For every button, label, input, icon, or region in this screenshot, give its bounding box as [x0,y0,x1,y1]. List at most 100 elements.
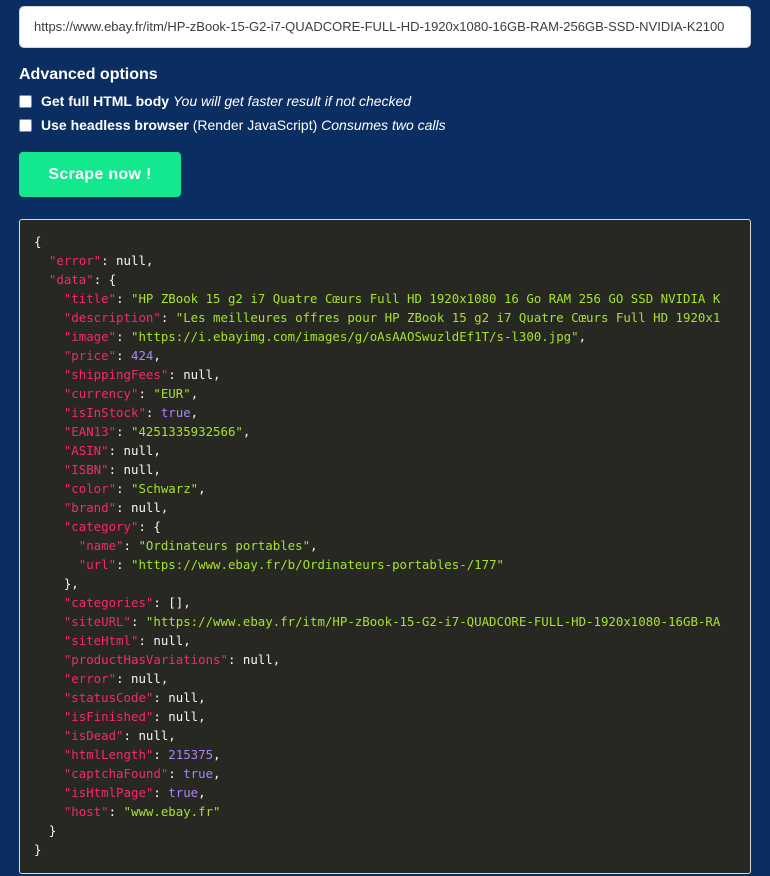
json-key: "category" [63,519,139,534]
json-punct [34,671,64,686]
json-punct [34,728,64,743]
json-punct [34,367,64,382]
json-punct [34,500,64,515]
json-key: "isHtmlPage" [63,785,154,800]
json-punct [34,652,64,667]
json-line: "isHtmlPage": true, [34,783,750,802]
json-punct [34,348,64,363]
json-punct [34,462,64,477]
json-punct: : [153,747,169,762]
json-value: true [160,405,191,420]
json-punct [34,253,49,268]
json-key: "ASIN" [63,443,109,458]
json-punct: : [116,481,131,496]
json-punct [34,443,64,458]
json-key: "isDead" [63,728,124,743]
json-punct: } [34,842,42,857]
json-key: "description" [63,310,161,325]
json-line: "error": null, [34,669,750,688]
json-punct: { [34,234,42,249]
json-punct: , [310,538,318,553]
json-string: "www.ebay.fr" [123,804,221,819]
json-punct: : [123,538,139,553]
json-line: "statusCode": null, [34,688,750,707]
json-key: "url" [78,557,117,572]
full-html-option[interactable]: Get full HTML body You will get faster r… [19,93,411,109]
headless-label: Use headless browser [41,117,189,133]
json-punct [34,519,64,534]
json-string: "https://i.ebayimg.com/images/g/oAsAAOSw… [130,329,579,344]
json-punct: : null, [123,728,176,743]
scrape-now-button[interactable]: Scrape now ! [19,152,181,197]
json-punct [34,291,64,306]
json-punct [34,272,49,287]
json-line: "isFinished": null, [34,707,750,726]
json-punct: : [108,804,124,819]
json-line: "categories": [], [34,593,750,612]
json-punct: , [213,747,221,762]
json-line: "productHasVariations": null, [34,650,750,669]
advanced-options-heading: Advanced options [19,66,158,83]
headless-option[interactable]: Use headless browser (Render JavaScript)… [19,117,446,133]
json-punct: : [160,310,176,325]
json-string: "Schwarz" [130,481,199,496]
json-key: "EAN13" [63,424,117,439]
json-punct: : [145,405,161,420]
json-punct: , [198,785,206,800]
json-punct: : { [138,519,161,534]
json-line: "isDead": null, [34,726,750,745]
json-string: "https://www.ebay.fr/b/Ordinateurs-porta… [131,557,504,572]
json-line: "shippingFees": null, [34,365,750,384]
json-string: "4251335932566" [130,424,243,439]
json-key: "color" [63,481,117,496]
json-line: { [34,232,750,251]
json-line: "htmlLength": 215375, [34,745,750,764]
json-punct: : [116,557,131,572]
json-line: } [34,840,750,859]
json-punct: : null, [101,253,154,268]
json-line: "siteURL": "https://www.ebay.fr/itm/HP-z… [34,612,750,631]
json-line: "EAN13": "4251335932566", [34,422,750,441]
json-punct: , [213,766,221,781]
json-punct [34,709,64,724]
json-punct: : [153,785,169,800]
json-key: "title" [63,291,117,306]
json-punct [34,785,64,800]
json-punct [34,690,64,705]
json-punct: }, [34,576,79,591]
url-input[interactable]: https://www.ebay.fr/itm/HP-zBook-15-G2-i… [19,6,751,48]
headless-sub: (Render JavaScript) [192,117,318,133]
full-html-checkbox[interactable] [19,94,32,108]
json-value: true [168,785,199,800]
json-punct: , [153,348,161,363]
json-punct: , [578,329,587,344]
json-line: "title": "HP ZBook 15 g2 i7 Quatre Cœurs… [34,289,750,308]
json-result-panel: { "error": null, "data": { "title": "HP … [19,219,751,874]
json-line: "captchaFound": true, [34,764,750,783]
json-punct: : { [93,272,117,287]
json-line: "image": "https://i.ebayimg.com/images/g… [34,327,750,346]
json-key: "htmlLength" [63,747,154,762]
json-string: "Ordinateurs portables" [138,538,311,553]
json-punct [34,633,64,648]
full-html-label: Get full HTML body [41,93,170,109]
json-string: "Les meilleures offres pour HP ZBook 15 … [175,310,721,325]
json-punct [34,405,64,420]
json-line: "ISBN": null, [34,460,750,479]
json-key: "shippingFees" [63,367,169,382]
json-key: "categories" [63,595,154,610]
json-punct [34,804,64,819]
json-punct: : [], [153,595,191,610]
json-key: "statusCode" [63,690,154,705]
json-line: "url": "https://www.ebay.fr/b/Ordinateur… [34,555,750,574]
json-punct: , [190,386,199,401]
json-line: "color": "Schwarz", [34,479,750,498]
json-key: "captchaFound" [63,766,169,781]
headless-note: Consumes two calls [321,117,446,133]
json-string: "HP ZBook 15 g2 i7 Quatre Cœurs Full HD … [130,291,721,306]
json-key: "host" [63,804,109,819]
json-line: } [34,821,750,840]
json-punct: : null, [138,633,191,648]
json-punct [34,766,64,781]
headless-checkbox[interactable] [19,118,32,132]
